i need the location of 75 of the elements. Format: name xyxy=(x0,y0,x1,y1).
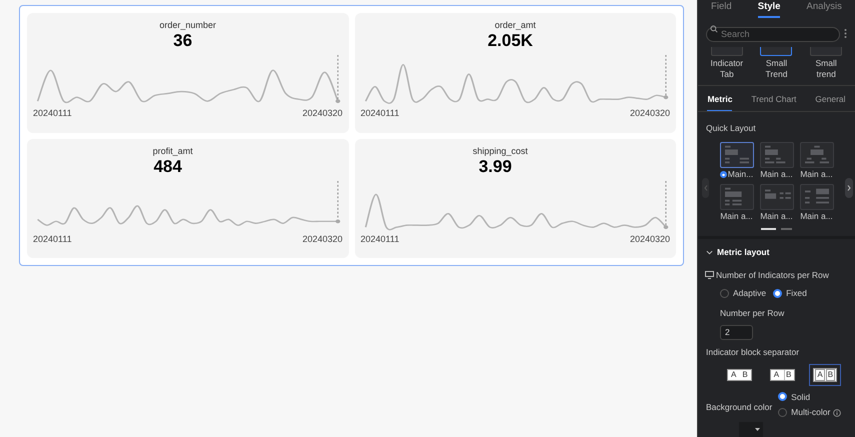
metric-title: profit_amt xyxy=(152,144,193,156)
section-title: Quick Layout xyxy=(706,123,756,134)
chart-type-label: Small trend xyxy=(814,58,838,80)
radio-button[interactable] xyxy=(778,408,788,418)
radio-button[interactable] xyxy=(720,289,729,298)
metric-value: 2.05K xyxy=(488,31,533,51)
radio-label: Adaptive xyxy=(733,287,766,300)
section-title: Metric layout xyxy=(717,246,770,258)
layout-label: Main a... xyxy=(760,210,793,223)
search-icon xyxy=(710,25,718,33)
chevron-right-icon xyxy=(847,185,851,192)
chart-type-thumbnail[interactable] xyxy=(710,47,743,56)
more-icon[interactable] xyxy=(844,28,847,38)
separator-option[interactable]: A B xyxy=(723,364,756,384)
field-label: Number per Row xyxy=(720,307,786,320)
layout-label: Main a... xyxy=(800,168,833,181)
color-picker[interactable] xyxy=(739,422,763,437)
panel-tab[interactable]: Style xyxy=(758,0,780,18)
field-label: Background color xyxy=(706,400,772,414)
chart-type-label: Indicator Tab xyxy=(710,58,744,80)
sub-tab[interactable]: Trend Chart xyxy=(751,93,796,112)
separator-letter: B xyxy=(741,370,749,380)
radio-label: Fixed xyxy=(786,287,807,300)
sub-tab[interactable]: General xyxy=(815,93,846,112)
layout-thumbnail-icon[interactable] xyxy=(760,184,794,210)
radio-label: Solid xyxy=(791,390,810,404)
metric-value: 484 xyxy=(154,156,182,176)
end-date: 20240320 xyxy=(630,232,670,246)
separator-letter: B xyxy=(826,368,836,380)
sub-tab[interactable]: Metric xyxy=(707,93,732,112)
metric-value: 36 xyxy=(173,31,192,51)
info-icon[interactable] xyxy=(833,408,842,417)
metric-title: order_amt xyxy=(494,19,536,31)
separator-option[interactable]: A B xyxy=(766,364,800,384)
layout-thumbnail-icon[interactable] xyxy=(720,142,754,168)
separator-letter: A xyxy=(772,370,780,380)
number-input[interactable]: 2 xyxy=(720,324,753,340)
panel-tab[interactable]: Analysis xyxy=(806,0,842,16)
layout-label: Main a... xyxy=(760,168,793,181)
chart-type-thumbnail[interactable] xyxy=(760,47,792,56)
layout-label: Main a... xyxy=(720,210,753,223)
separator-option[interactable]: A B xyxy=(809,364,842,386)
metric-title: order_number xyxy=(159,19,216,31)
metric-title: shipping_cost xyxy=(472,144,528,156)
chart-type-label: Small Trend xyxy=(764,58,788,80)
chevron-left-icon xyxy=(704,185,708,192)
recommended-icon xyxy=(720,171,727,178)
layout-thumbnail-icon[interactable] xyxy=(720,184,754,210)
separator-letter: A xyxy=(815,368,825,380)
start-date: 20240111 xyxy=(360,232,400,246)
field-label: Number of Indicators per Row xyxy=(716,268,829,282)
radio-label: Multi-color xyxy=(791,406,830,419)
panel-tab[interactable]: Field xyxy=(711,0,732,16)
search-field[interactable]: Search xyxy=(706,26,840,42)
layout-thumbnail-icon[interactable] xyxy=(800,142,834,168)
chevron-icon[interactable] xyxy=(706,248,713,256)
separator-letter: B xyxy=(784,370,792,380)
caret-icon xyxy=(755,428,760,431)
start-date: 20240111 xyxy=(33,107,72,120)
end-date: 20240320 xyxy=(630,107,670,120)
field-label: Indicator block separator xyxy=(706,346,800,358)
layout-label: Main... xyxy=(728,168,754,181)
radio-button[interactable] xyxy=(778,392,788,402)
separator-letter: A xyxy=(730,370,738,380)
layout-label: Main a... xyxy=(800,210,833,223)
end-date: 20240320 xyxy=(302,232,342,246)
layout-thumbnail-icon[interactable] xyxy=(800,184,834,210)
end-date: 20240320 xyxy=(302,107,342,120)
metric-value: 3.99 xyxy=(478,156,512,176)
monitor-icon xyxy=(705,270,714,279)
start-date: 20240111 xyxy=(33,232,72,246)
layout-thumbnail-icon[interactable] xyxy=(760,142,794,168)
chart-type-thumbnail[interactable] xyxy=(810,47,842,56)
start-date: 20240111 xyxy=(360,107,400,120)
radio-button[interactable] xyxy=(773,289,782,298)
